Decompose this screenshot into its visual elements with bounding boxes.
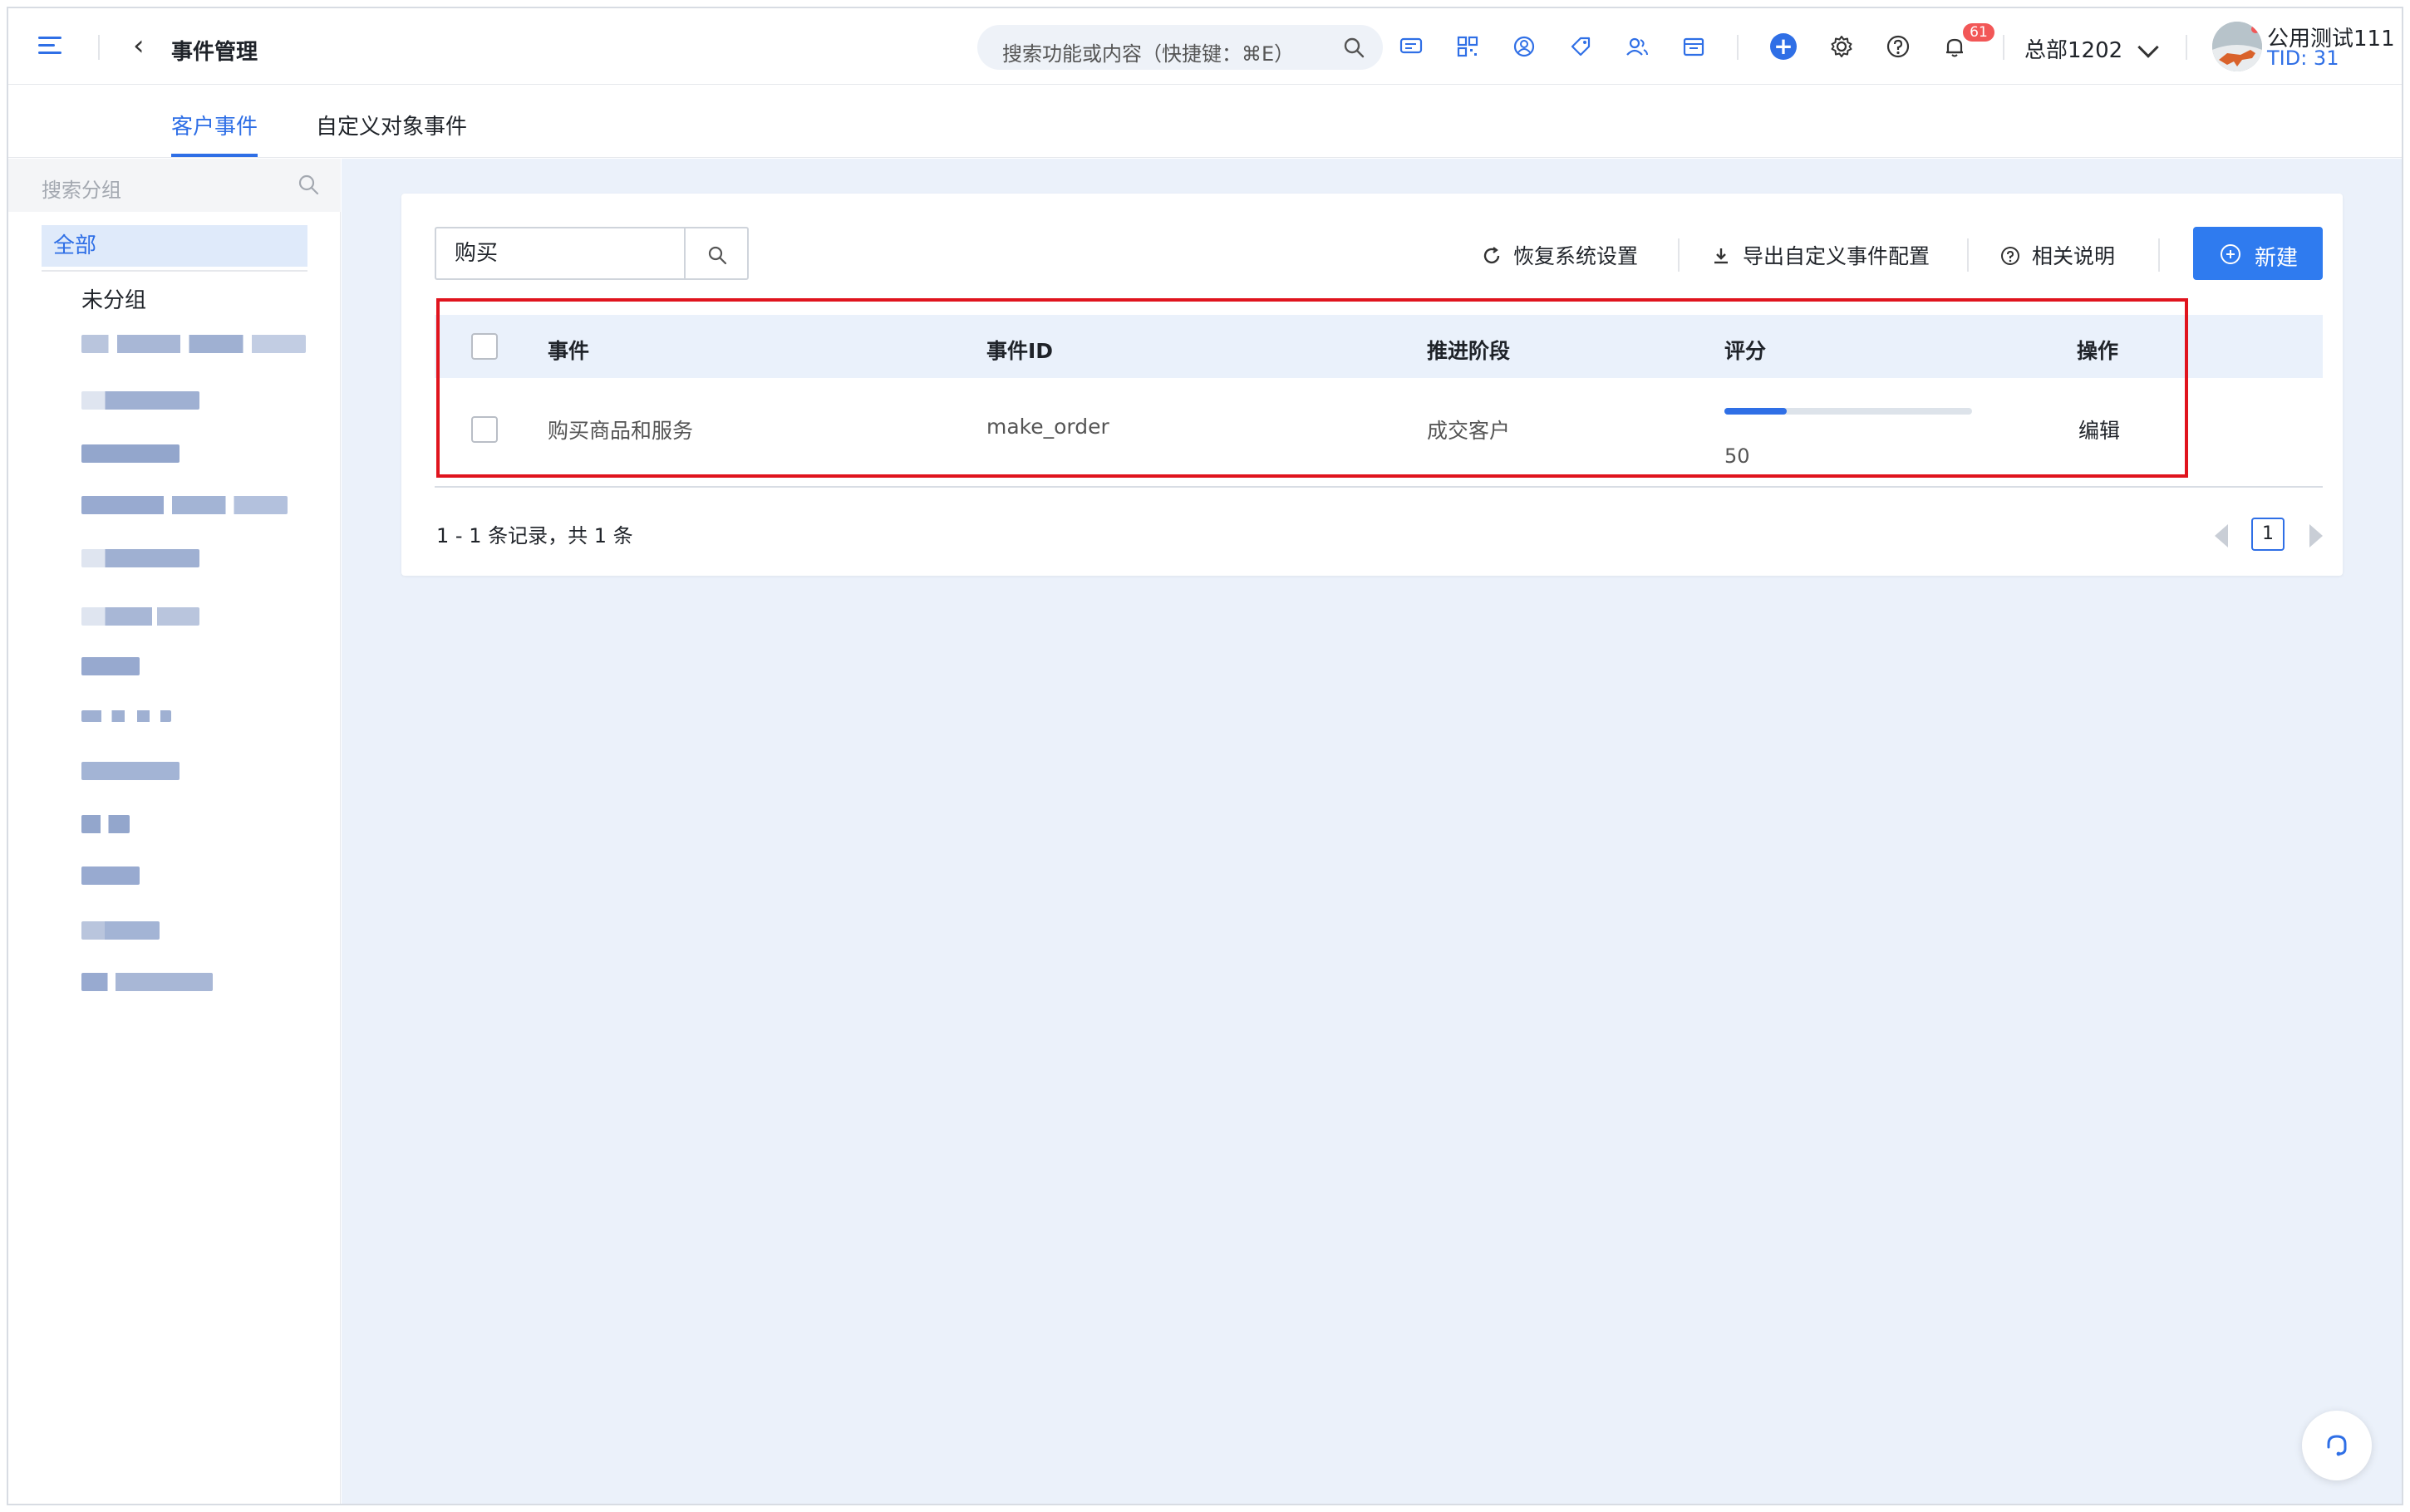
org-switcher[interactable]: 总部1202 bbox=[2024, 33, 2122, 64]
export-config-button[interactable]: 导出自定义事件配置 bbox=[1711, 240, 1930, 270]
main-content: 购买 恢复系统设置 导出自定义事件配置 相关说明 新建 事件 事件ID 推进阶段… bbox=[342, 159, 2402, 1504]
group-item-blurred[interactable] bbox=[81, 710, 171, 722]
tab-custom-object-events[interactable]: 自定义对象事件 bbox=[316, 110, 467, 154]
group-item-all[interactable]: 全部 bbox=[42, 225, 307, 267]
divider bbox=[435, 486, 2323, 488]
group-sidebar: 搜索分组 全部 未分组 bbox=[8, 159, 341, 1504]
new-label: 新建 bbox=[2255, 246, 2299, 271]
group-item-blurred[interactable] bbox=[81, 815, 130, 833]
next-page-icon[interactable] bbox=[2309, 524, 2323, 547]
settings-gear-icon[interactable] bbox=[1828, 33, 1855, 60]
group-item-blurred[interactable] bbox=[81, 391, 199, 410]
search-icon bbox=[1344, 37, 1365, 58]
user-tid: TID: 31 bbox=[2267, 47, 2339, 70]
divider bbox=[1678, 238, 1680, 272]
team-icon[interactable] bbox=[1624, 33, 1650, 60]
select-all-checkbox[interactable] bbox=[471, 333, 498, 360]
group-item-blurred[interactable] bbox=[81, 335, 306, 353]
cell-stage: 成交客户 bbox=[1427, 419, 1511, 443]
column-header-stage: 推进阶段 bbox=[1427, 339, 1511, 363]
app-window: ‹ 事件管理 搜索功能或内容（快捷键：⌘E） + 61 总部1202 公用测试1… bbox=[7, 7, 2403, 1505]
search-icon bbox=[708, 246, 727, 265]
edit-link[interactable]: 编辑 bbox=[2078, 415, 2120, 444]
group-item-blurred[interactable] bbox=[81, 762, 180, 780]
divider bbox=[2158, 238, 2160, 272]
help-label: 相关说明 bbox=[2032, 244, 2116, 268]
customer-icon[interactable] bbox=[1511, 33, 1537, 60]
question-icon bbox=[2001, 247, 2019, 265]
headset-icon bbox=[2327, 1435, 2347, 1456]
group-item-blurred[interactable] bbox=[81, 657, 140, 675]
events-card: 购买 恢复系统设置 导出自定义事件配置 相关说明 新建 事件 事件ID 推进阶段… bbox=[401, 194, 2343, 576]
score-progress-bar bbox=[1724, 408, 1972, 415]
divider bbox=[2003, 35, 2004, 60]
score-progress-fill bbox=[1724, 408, 1787, 415]
prev-page-icon[interactable] bbox=[2215, 524, 2228, 547]
menu-icon[interactable] bbox=[38, 35, 63, 56]
pagination-summary: 1 - 1 条记录，共 1 条 bbox=[436, 524, 633, 547]
notification-badge: 61 bbox=[1963, 23, 1994, 42]
restore-label: 恢复系统设置 bbox=[1513, 244, 1639, 268]
divider bbox=[1967, 238, 1969, 272]
table-header: 事件 事件ID 推进阶段 评分 操作 bbox=[435, 315, 2323, 378]
online-dot bbox=[2251, 25, 2260, 33]
refresh-icon bbox=[1483, 247, 1500, 264]
chevron-down-icon[interactable] bbox=[2137, 37, 2159, 58]
search-icon bbox=[298, 174, 319, 195]
group-item-blurred[interactable] bbox=[81, 607, 199, 626]
cell-score-value: 50 bbox=[1724, 444, 1750, 468]
new-event-button[interactable]: 新建 bbox=[2193, 227, 2323, 280]
row-checkbox[interactable] bbox=[471, 416, 498, 443]
column-header-event-id: 事件ID bbox=[986, 339, 1054, 363]
page-title: 事件管理 bbox=[171, 40, 258, 65]
export-label: 导出自定义事件配置 bbox=[1743, 244, 1930, 268]
related-help-button[interactable]: 相关说明 bbox=[2000, 240, 2115, 270]
restore-system-settings-button[interactable]: 恢复系统设置 bbox=[1482, 240, 1638, 270]
back-arrow-icon[interactable]: ‹ bbox=[133, 32, 145, 60]
avatar[interactable] bbox=[2212, 22, 2262, 71]
column-header-event: 事件 bbox=[548, 339, 590, 363]
divider bbox=[2186, 35, 2187, 60]
event-search-button[interactable] bbox=[684, 227, 749, 280]
column-header-score: 评分 bbox=[1724, 339, 1767, 363]
help-circle-icon[interactable] bbox=[1885, 33, 1911, 60]
qrcode-icon[interactable] bbox=[1454, 33, 1481, 60]
divider bbox=[1737, 35, 1739, 60]
page-number-current[interactable]: 1 bbox=[2251, 518, 2285, 551]
add-circle-icon[interactable]: + bbox=[1770, 33, 1797, 60]
table-row: 购买商品和服务 make_order 成交客户 50 编辑 bbox=[435, 378, 2323, 479]
group-item-blurred[interactable] bbox=[81, 866, 140, 885]
support-headset-button[interactable] bbox=[2302, 1411, 2372, 1480]
group-item-blurred[interactable] bbox=[81, 444, 180, 463]
group-item-blurred[interactable] bbox=[81, 496, 288, 514]
group-item-blurred[interactable] bbox=[81, 549, 199, 567]
message-icon[interactable] bbox=[1398, 33, 1424, 60]
group-search-placeholder: 搜索分组 bbox=[42, 179, 121, 202]
divider bbox=[98, 35, 100, 60]
event-search-input[interactable]: 购买 bbox=[435, 227, 684, 280]
tab-customer-events[interactable]: 客户事件 bbox=[171, 110, 258, 157]
global-search-placeholder: 搜索功能或内容（快捷键：⌘E） bbox=[1002, 42, 1295, 66]
cell-event-id: make_order bbox=[986, 415, 1109, 439]
download-icon bbox=[1714, 248, 1728, 264]
group-item-blurred[interactable] bbox=[81, 973, 213, 991]
column-header-action: 操作 bbox=[2077, 339, 2119, 363]
cell-event-name: 购买商品和服务 bbox=[548, 419, 694, 443]
top-bar: ‹ 事件管理 搜索功能或内容（快捷键：⌘E） + 61 总部1202 公用测试1… bbox=[8, 8, 2402, 85]
global-search-input[interactable]: 搜索功能或内容（快捷键：⌘E） bbox=[977, 25, 1383, 70]
group-item-ungrouped[interactable]: 未分组 bbox=[81, 283, 146, 314]
plus-circle-icon bbox=[2221, 244, 2240, 264]
group-item-blurred[interactable] bbox=[81, 921, 160, 940]
divider bbox=[42, 270, 307, 272]
calendar-icon[interactable] bbox=[1680, 33, 1707, 60]
group-search-input[interactable]: 搜索分组 bbox=[8, 159, 341, 212]
tag-icon[interactable] bbox=[1567, 33, 1594, 60]
tabs-bar: 客户事件 自定义对象事件 bbox=[8, 85, 2402, 158]
